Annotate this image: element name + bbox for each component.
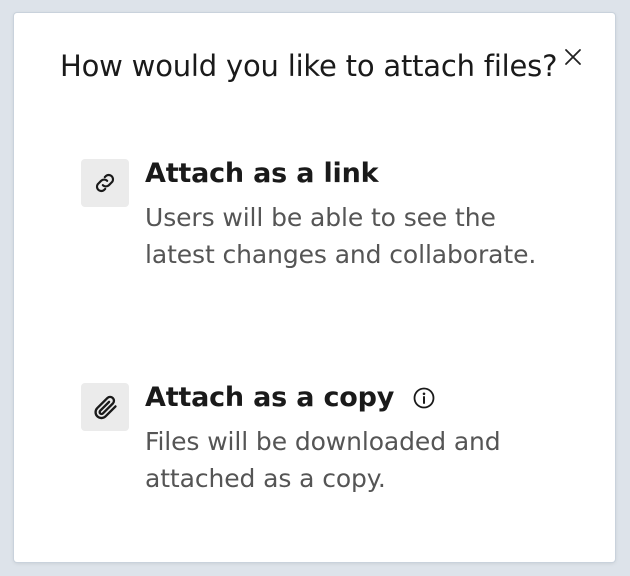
attach-as-link-label: Attach as a link (145, 158, 379, 189)
link-icon (95, 173, 115, 193)
paperclip-icon (94, 395, 117, 420)
attach-as-copy-label: Attach as a copy (145, 382, 395, 413)
info-button[interactable] (412, 386, 436, 410)
paperclip-icon-tile (81, 383, 129, 431)
attach-files-dialog: How would you like to attach files? Atta… (14, 13, 615, 562)
attach-as-link-description: Users will be able to see the latest cha… (145, 203, 537, 269)
close-icon (565, 49, 581, 65)
dialog-title: How would you like to attach files? (60, 49, 558, 83)
attach-as-copy-heading: Attach as a copy (145, 380, 585, 416)
info-icon (413, 387, 435, 409)
attach-as-copy-description: Files will be downloaded and attached as… (145, 427, 501, 493)
close-button[interactable] (560, 44, 586, 70)
link-icon-tile (81, 159, 129, 207)
attach-as-link-heading: Attach as a link (145, 156, 585, 192)
